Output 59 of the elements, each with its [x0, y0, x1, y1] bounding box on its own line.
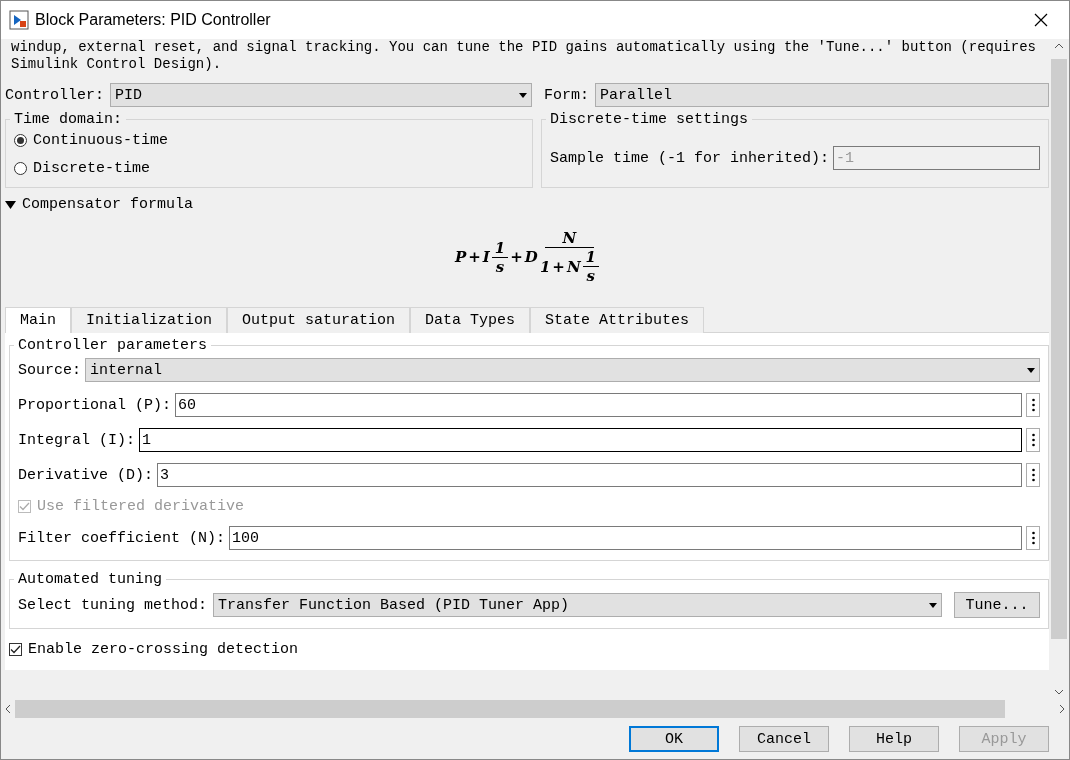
- dropdown-arrow-icon: [1027, 367, 1035, 373]
- more-options-button[interactable]: [1026, 428, 1040, 452]
- radio-label: Discrete-time: [33, 160, 151, 177]
- group-title: Discrete-time settings: [549, 111, 750, 128]
- close-icon: [1034, 13, 1048, 27]
- tab[interactable]: Output saturation: [227, 307, 411, 333]
- dialog-button[interactable]: Help: [849, 726, 939, 752]
- scroll-down-icon[interactable]: [1054, 689, 1064, 695]
- section-toggle-label: Compensator formula: [22, 196, 194, 213]
- checkbox-label: Use filtered derivative: [37, 498, 245, 515]
- tab[interactable]: State Attributes: [530, 307, 705, 333]
- more-options-button[interactable]: [1026, 393, 1040, 417]
- scroll-left-icon[interactable]: [5, 704, 11, 714]
- form-dropdown[interactable]: Parallel: [595, 83, 1049, 107]
- field-label: Controller:: [5, 86, 105, 104]
- field-label: Integral (I):: [18, 431, 136, 449]
- radio-button[interactable]: [14, 162, 27, 175]
- field-label: Select tuning method:: [18, 596, 208, 614]
- scroll-right-icon[interactable]: [1059, 704, 1065, 714]
- field-label: Sample time (-1 for inherited):: [550, 149, 830, 167]
- description-text: Simulink Control Design).: [11, 56, 223, 73]
- input-field[interactable]: 1: [139, 428, 1022, 452]
- tuning-method-dropdown[interactable]: Transfer Function Based (PID Tuner App): [213, 593, 942, 617]
- dialog-button[interactable]: Cancel: [739, 726, 829, 752]
- field-label: Source:: [18, 361, 81, 379]
- field-label: Form:: [544, 86, 590, 104]
- radio-button[interactable]: [14, 134, 27, 147]
- dropdown-arrow-icon: [519, 92, 528, 98]
- input-field[interactable]: 3: [157, 463, 1022, 487]
- scroll-up-icon[interactable]: [1054, 43, 1064, 49]
- collapse-triangle-icon[interactable]: [5, 200, 16, 209]
- group-title: Automated tuning: [17, 571, 164, 588]
- description-text: windup, external reset, and signal tracking. You can tune the PID gains automatically using the 'Tune...' button (requires: [11, 39, 1037, 56]
- field-label: Derivative (D):: [18, 466, 154, 484]
- group-title: Controller parameters: [17, 337, 209, 354]
- vertical-dots-icon: [1031, 398, 1035, 412]
- more-options-button[interactable]: [1026, 526, 1040, 550]
- field-label: Filter coefficient (N):: [18, 529, 226, 547]
- field-label: Proportional (P):: [18, 396, 172, 414]
- tab[interactable]: Data Types: [410, 307, 531, 333]
- dialog-button[interactable]: OK: [629, 726, 719, 752]
- checkbox[interactable]: [9, 643, 22, 656]
- app-icon: [9, 10, 29, 30]
- source-dropdown[interactable]: internal: [85, 358, 1040, 382]
- tune-button[interactable]: Tune...: [954, 592, 1040, 618]
- more-options-button[interactable]: [1026, 463, 1040, 487]
- tab[interactable]: Initialization: [71, 307, 228, 333]
- input-field[interactable]: 60: [175, 393, 1022, 417]
- window-title: Block Parameters: PID Controller: [35, 11, 272, 29]
- radio-label: Continuous-time: [33, 132, 169, 149]
- checkbox-label: Enable zero-crossing detection: [28, 641, 299, 658]
- vertical-dots-icon: [1031, 433, 1035, 447]
- controller-dropdown[interactable]: PID: [110, 83, 533, 107]
- input-field[interactable]: 100: [229, 526, 1022, 550]
- group-title: Time domain:: [13, 111, 124, 128]
- vertical-dots-icon: [1031, 531, 1035, 545]
- tab[interactable]: Main: [5, 307, 71, 333]
- vertical-dots-icon: [1031, 468, 1035, 482]
- dropdown-arrow-icon: [929, 602, 937, 608]
